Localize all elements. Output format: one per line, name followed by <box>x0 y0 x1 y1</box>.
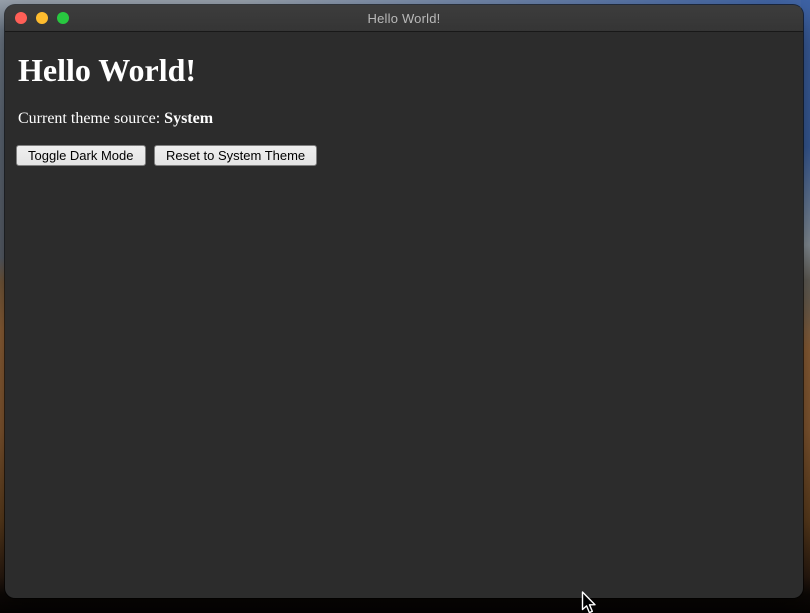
minimize-button[interactable] <box>36 12 48 24</box>
window-content: Hello World! Current theme source: Syste… <box>5 52 803 166</box>
window-title: Hello World! <box>368 11 441 26</box>
theme-status: Current theme source: System <box>18 110 795 128</box>
page-heading: Hello World! <box>18 52 795 89</box>
desktop: Hello World! Hello World! Current theme … <box>0 0 810 613</box>
toggle-dark-mode-button[interactable]: Toggle Dark Mode <box>16 145 146 166</box>
app-window: Hello World! Hello World! Current theme … <box>5 5 803 598</box>
zoom-button[interactable] <box>57 12 69 24</box>
traffic-lights <box>15 5 69 31</box>
button-row: Toggle Dark Mode Reset to System Theme <box>16 145 795 166</box>
reset-to-system-theme-button[interactable]: Reset to System Theme <box>154 145 317 166</box>
theme-status-label: Current theme source: <box>18 110 164 127</box>
close-button[interactable] <box>15 12 27 24</box>
theme-status-value: System <box>164 110 213 127</box>
titlebar[interactable]: Hello World! <box>5 5 803 32</box>
